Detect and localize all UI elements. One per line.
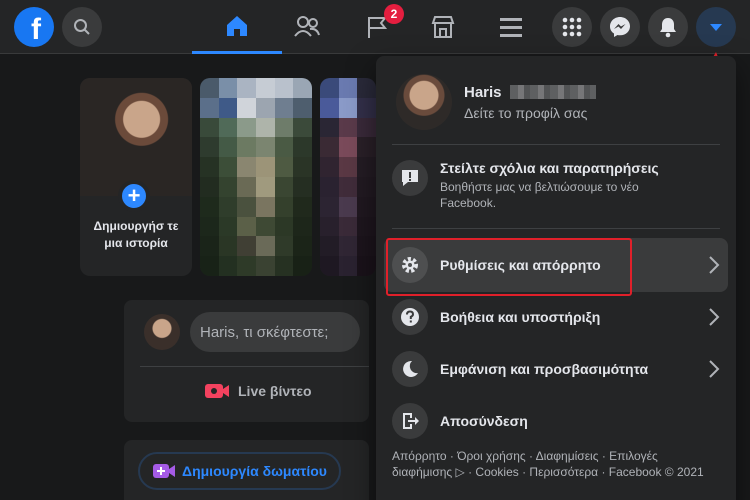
chevron-right-icon xyxy=(709,308,720,326)
view-profile-text: Δείτε το προφίλ σας xyxy=(464,104,588,121)
messenger-icon xyxy=(610,17,630,37)
settings-privacy-label: Ρυθμίσεις και απόρρητο xyxy=(440,257,601,273)
logout-item[interactable]: Αποσύνδεση xyxy=(384,396,728,446)
divider xyxy=(140,366,369,367)
create-story-card[interactable]: + Δημιουργήσ τε μια ιστορία xyxy=(80,78,192,276)
account-dropdown-menu: Haris Δείτε το προφίλ σας Στείλτε σχόλια… xyxy=(376,56,736,500)
feedback-title: Στείλτε σχόλια και παρατηρήσεις xyxy=(440,160,659,176)
profile-name: Haris xyxy=(464,83,502,101)
post-composer: Haris, τι σκέφτεστε; Live βίντεο xyxy=(124,300,369,422)
pixelated-story-image xyxy=(320,78,376,276)
create-story-label: Δημιουργήσ τε μια ιστορία xyxy=(93,219,179,250)
feedback-icon xyxy=(392,160,428,196)
bell-icon xyxy=(660,18,676,38)
question-icon xyxy=(392,299,428,335)
divider xyxy=(392,144,720,145)
divider xyxy=(392,228,720,229)
avatar xyxy=(396,74,452,130)
plus-icon: + xyxy=(118,180,150,212)
video-plus-icon xyxy=(153,464,175,478)
story-card[interactable] xyxy=(200,78,312,276)
settings-privacy-item[interactable]: Ρυθμίσεις και απόρρητο xyxy=(384,238,728,292)
rooms-card: Δημιουργία δωματίου xyxy=(124,440,369,500)
whats-on-your-mind-input[interactable]: Haris, τι σκέφτεστε; xyxy=(190,312,360,352)
help-support-label: Βοήθεια και υποστήριξη xyxy=(440,309,601,325)
marketplace-icon xyxy=(431,16,455,38)
messenger-button[interactable] xyxy=(600,7,640,47)
caret-down-icon xyxy=(710,24,722,31)
account-menu-button[interactable] xyxy=(696,7,736,47)
search-button[interactable] xyxy=(62,7,102,47)
story-profile-photo xyxy=(80,78,192,196)
avatar[interactable] xyxy=(144,314,180,350)
footer-links[interactable]: Απόρρητο · Όροι χρήσης · Διαφημίσεις · Ε… xyxy=(392,448,712,480)
create-room-label: Δημιουργία δωματίου xyxy=(182,463,327,479)
logout-label: Αποσύνδεση xyxy=(440,413,528,429)
moon-icon xyxy=(392,351,428,387)
logout-icon xyxy=(392,403,428,439)
notifications-button[interactable] xyxy=(648,7,688,47)
story-card[interactable] xyxy=(320,78,376,276)
apps-button[interactable] xyxy=(552,7,592,47)
give-feedback-item[interactable]: Στείλτε σχόλια και παρατηρήσεις Βοηθήστε… xyxy=(384,152,728,222)
feedback-subtitle: Βοηθήστε μας να βελτιώσουμε το νέο Faceb… xyxy=(440,180,639,210)
menu-lines-icon xyxy=(500,18,522,37)
chevron-right-icon xyxy=(709,360,720,378)
apps-grid-icon xyxy=(562,17,582,37)
help-support-item[interactable]: Βοήθεια και υποστήριξη xyxy=(384,292,728,342)
search-icon xyxy=(74,19,90,35)
profile-link[interactable]: Haris Δείτε το προφίλ σας xyxy=(384,64,728,140)
display-accessibility-item[interactable]: Εμφάνιση και προσβασιμότητα xyxy=(384,344,728,394)
create-room-button[interactable]: Δημιουργία δωματίου xyxy=(138,452,341,490)
friends-icon xyxy=(294,16,320,37)
redacted-surname xyxy=(509,85,596,99)
live-video-icon xyxy=(205,384,229,398)
gear-icon xyxy=(392,247,428,283)
home-icon xyxy=(227,15,247,36)
tab-menu[interactable] xyxy=(466,0,556,54)
pixelated-story-image xyxy=(200,78,312,276)
live-video-button[interactable]: Live βίντεο xyxy=(204,382,312,400)
top-navigation-bar: f 2 xyxy=(0,0,750,54)
live-video-label: Live βίντεο xyxy=(238,383,312,399)
chevron-right-icon xyxy=(709,256,720,274)
facebook-logo[interactable]: f xyxy=(14,7,54,47)
display-accessibility-label: Εμφάνιση και προσβασιμότητα xyxy=(440,361,649,377)
